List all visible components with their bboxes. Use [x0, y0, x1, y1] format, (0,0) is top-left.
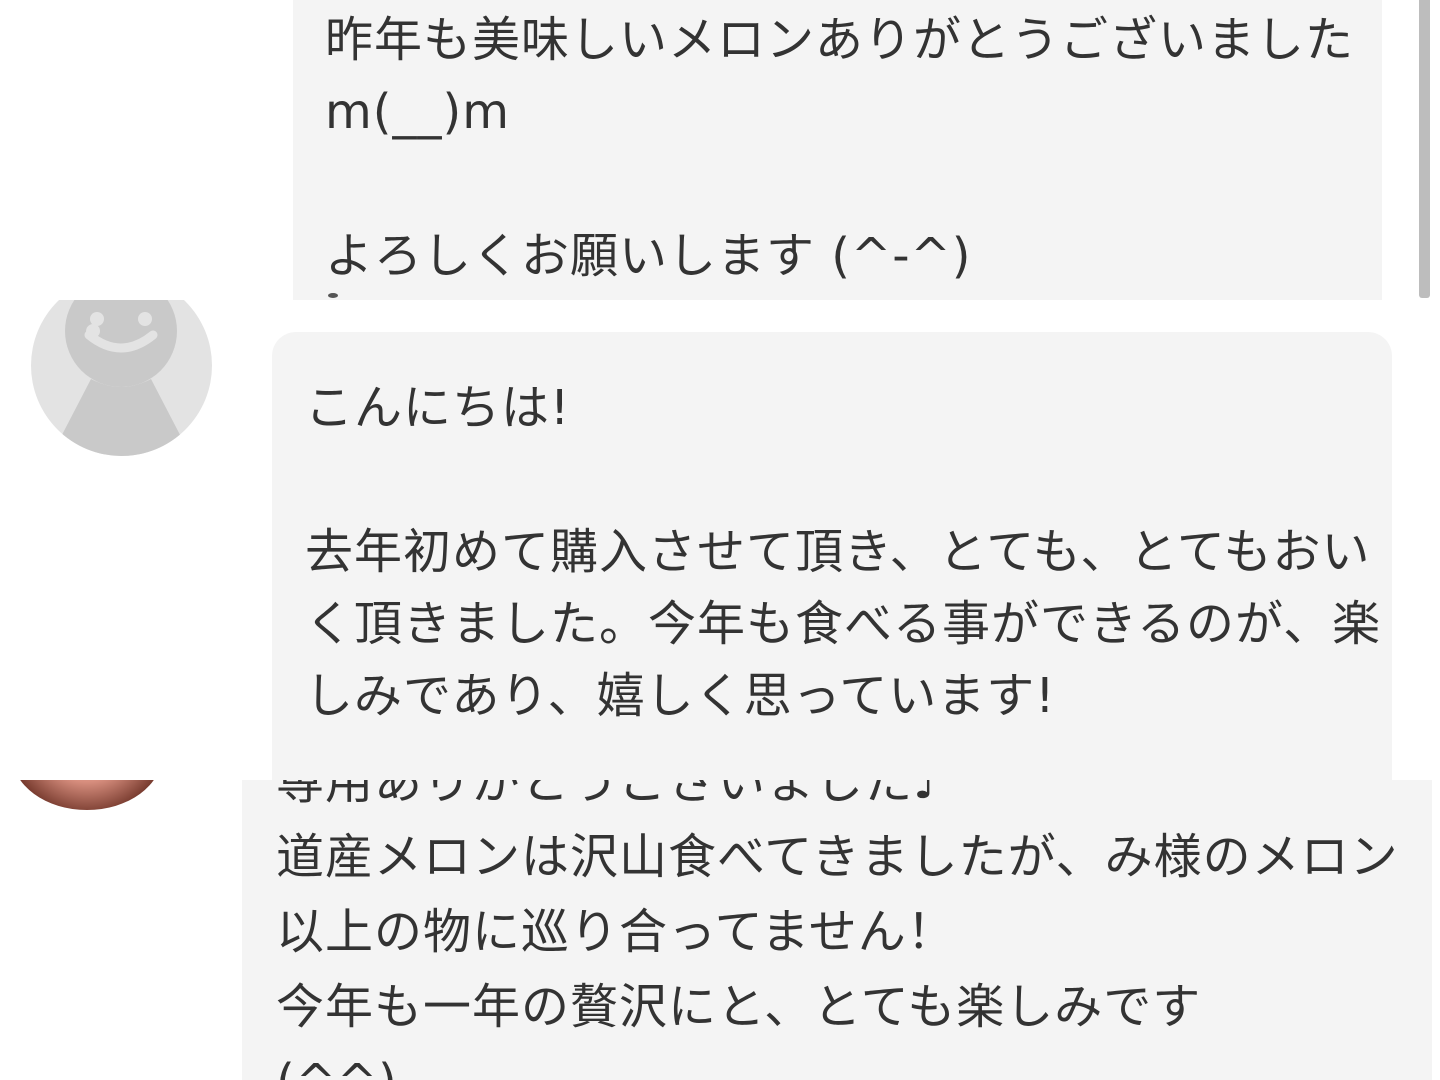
message-bubble: 専用ありがとうございました♪ 道産メロンは沢山食べてきましたが、み様のメロン以上…	[242, 780, 1432, 1080]
review-panel-3: 専用ありがとうございました♪ 道産メロンは沢山食べてきましたが、み様のメロン以上…	[0, 780, 1440, 1080]
message-text: 昨年も美味しいメロンありがとうございました m(__)m よろしくお願いします …	[325, 12, 1355, 284]
user-photo-avatar[interactable]	[12, 780, 162, 810]
message-text: こんにちは! 去年初めて購入させて頂き、とても、とてもおいく頂きました。今年も食…	[305, 380, 1382, 724]
default-user-avatar-icon[interactable]	[31, 300, 212, 456]
message-bubble: こんにちは! 去年初めて購入させて頂き、とても、とてもおいく頂きました。今年も食…	[272, 332, 1392, 780]
message-text: 専用ありがとうございました♪ 道産メロンは沢山食べてきましたが、み様のメロン以上…	[276, 780, 1399, 1080]
message-bubble: 昨年も美味しいメロンありがとうございました m(__)m よろしくお願いします …	[293, 0, 1382, 300]
scrollbar[interactable]	[1419, 0, 1430, 298]
bubble-fragment	[328, 293, 338, 298]
review-panel-1: 昨年も美味しいメロンありがとうございました m(__)m よろしくお願いします …	[0, 0, 1440, 300]
review-panel-2: こんにちは! 去年初めて購入させて頂き、とても、とてもおいく頂きました。今年も食…	[0, 300, 1440, 780]
user-silhouette-icon	[51, 300, 191, 456]
